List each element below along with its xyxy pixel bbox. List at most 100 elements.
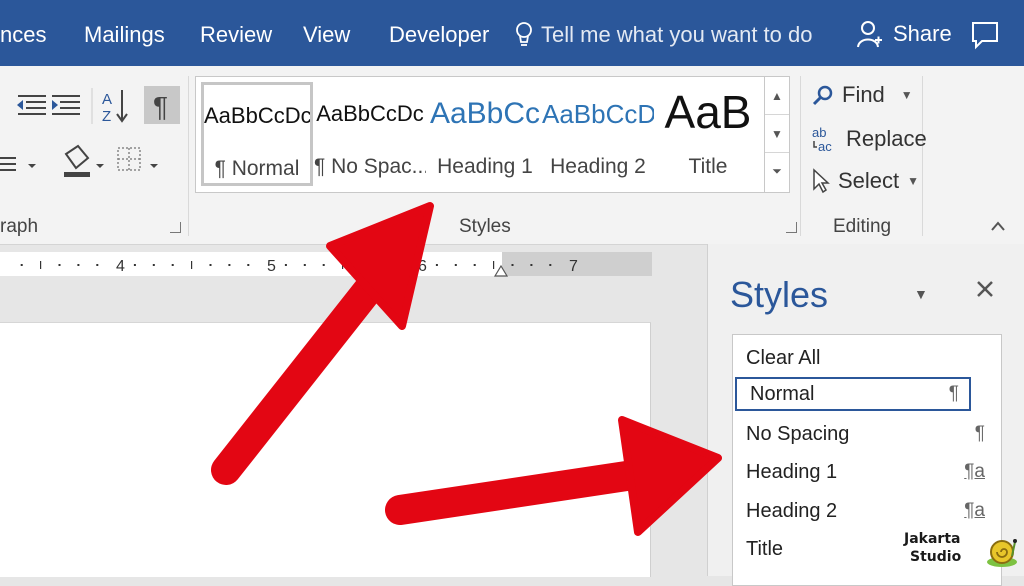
ruler-dot (530, 264, 533, 266)
tab-review[interactable]: Review (200, 22, 272, 48)
tell-me-search[interactable]: Tell me what you want to do (515, 20, 812, 50)
document-page[interactable] (0, 322, 651, 577)
paragraph-style-icon: ¶ (974, 423, 985, 444)
ruler-dot (209, 264, 212, 266)
close-icon[interactable] (976, 280, 994, 298)
comment-icon[interactable] (970, 20, 1000, 50)
ribbon-tab-bar: nces Mailings Review View Developer Tell… (0, 0, 1024, 66)
ruler-dot (247, 264, 250, 266)
group-divider (188, 76, 189, 236)
ruler-dot (322, 264, 325, 266)
linked-style-icon: ¶a (964, 461, 985, 482)
style-item-name: No Spacing (746, 422, 850, 445)
gallery-scroll-down-icon[interactable]: ▼ (765, 115, 789, 153)
gallery-scroll-up-icon[interactable]: ▲ (765, 77, 789, 115)
ruler-mark-6: 6 (418, 258, 427, 275)
find-label: Find (842, 82, 885, 107)
style-caption: ¶ Normal (214, 157, 300, 180)
ruler-mark-7: 7 (569, 258, 578, 275)
tab-mailings[interactable]: Mailings (84, 22, 165, 48)
svg-text:ab: ab (812, 125, 826, 140)
editing-group-label: Editing (833, 216, 892, 237)
style-tile-no-spacing[interactable]: AaBbCcDc ¶ No Spac... (314, 83, 426, 183)
ruler-dot (133, 264, 136, 266)
style-item-name: Normal (750, 382, 815, 405)
person-icon (857, 21, 882, 48)
line-spacing-icon[interactable] (0, 157, 36, 171)
sort-icon[interactable]: A Z (102, 90, 128, 125)
paragraph-group-label: raph (0, 216, 39, 237)
paragraph-dialog-launcher-icon[interactable] (170, 222, 181, 233)
select-button[interactable]: Select ▼ (812, 168, 919, 194)
tab-developer[interactable]: Developer (389, 22, 489, 48)
replace-button[interactable]: ab ac Replace (812, 125, 927, 153)
svg-text:ac: ac (818, 139, 832, 153)
ruler-dot (473, 264, 476, 266)
find-dropdown-icon[interactable]: ▼ (901, 88, 913, 102)
select-dropdown-icon[interactable]: ▼ (907, 174, 919, 188)
style-preview: AaBbCc (429, 97, 541, 130)
gallery-more-icon[interactable]: ⏷ (765, 153, 789, 190)
logo-line2: Studio (910, 549, 962, 565)
style-preview: AaBbCcDc (204, 103, 310, 128)
increase-indent-icon[interactable] (52, 95, 80, 115)
shading-icon[interactable] (64, 144, 104, 177)
ruler-mark-5: 5 (267, 258, 276, 275)
share-button[interactable]: Share (857, 20, 952, 48)
lightbulb-icon (516, 22, 532, 46)
ruler-dot (77, 264, 80, 266)
ruler-dot (435, 264, 438, 266)
find-button[interactable]: Find ▼ (812, 82, 913, 108)
group-divider (800, 76, 801, 236)
style-tile-title[interactable]: AaB Title (652, 83, 764, 183)
right-indent-marker-icon[interactable] (493, 264, 509, 277)
pane-options-dropdown-icon[interactable]: ▼ (914, 286, 928, 302)
style-item-name: Title (746, 537, 784, 560)
style-caption: Title (688, 155, 728, 178)
linked-style-icon: ¶a (964, 500, 985, 521)
ruler-dot (152, 264, 155, 266)
styles-pane: Styles ▼ Clear All Normal ¶ No Spacing ¶… (707, 244, 1024, 586)
replace-icon: ab ac (812, 125, 832, 153)
tell-me-placeholder: Tell me what you want to do (541, 22, 813, 47)
ruler-dot (454, 264, 457, 266)
paragraph-controls: A Z ¶ (0, 86, 180, 177)
styles-group-label: Styles (459, 216, 511, 237)
borders-icon[interactable] (117, 147, 158, 171)
paragraph-style-icon: ¶ (948, 383, 959, 404)
style-item-heading-2[interactable]: Heading 2 ¶a (733, 494, 999, 528)
snail-icon (987, 539, 1017, 567)
style-caption: Heading 2 (550, 155, 646, 178)
styles-dialog-launcher-icon[interactable] (786, 222, 797, 233)
svg-text:Z: Z (102, 108, 111, 125)
style-tile-heading-2[interactable]: AaBbCcD Heading 2 (542, 83, 654, 183)
decrease-indent-icon[interactable] (17, 95, 46, 115)
tab-view[interactable]: View (303, 22, 350, 48)
ruler-dot (171, 264, 174, 266)
collapse-ribbon-icon[interactable] (990, 220, 1006, 232)
ruler-dot (58, 264, 61, 266)
select-label: Select (838, 168, 900, 193)
style-item-name: Clear All (746, 346, 821, 369)
style-item-heading-1[interactable]: Heading 1 ¶a (733, 455, 999, 489)
ruler-dot (511, 264, 514, 266)
gallery-scroll: ▲ ▼ ⏷ (764, 76, 790, 193)
style-item-normal[interactable]: Normal ¶ (735, 377, 971, 411)
ruler-dot (379, 264, 382, 266)
share-label: Share (893, 21, 952, 46)
style-tile-normal[interactable]: AaBbCcDc ¶ Normal (201, 82, 313, 186)
style-item-clear-all[interactable]: Clear All (733, 341, 999, 375)
style-tile-heading-1[interactable]: AaBbCc Heading 1 (429, 83, 541, 183)
ruler-dot (228, 264, 231, 266)
style-preview: AaB (664, 86, 752, 138)
ruler-dot (284, 264, 287, 266)
tab-references[interactable]: nces (0, 22, 46, 48)
style-item-no-spacing[interactable]: No Spacing ¶ (733, 417, 999, 451)
ruler-dot (96, 264, 99, 266)
styles-gallery: AaBbCcDc ¶ Normal AaBbCcDc ¶ No Spac... … (195, 76, 765, 193)
styles-pane-title: Styles (730, 274, 829, 315)
logo-text: Jakarta Studio (904, 530, 961, 566)
logo-line1: Jakarta (904, 531, 961, 547)
pilcrow-icon: ¶ (153, 91, 168, 122)
group-divider (922, 76, 923, 236)
